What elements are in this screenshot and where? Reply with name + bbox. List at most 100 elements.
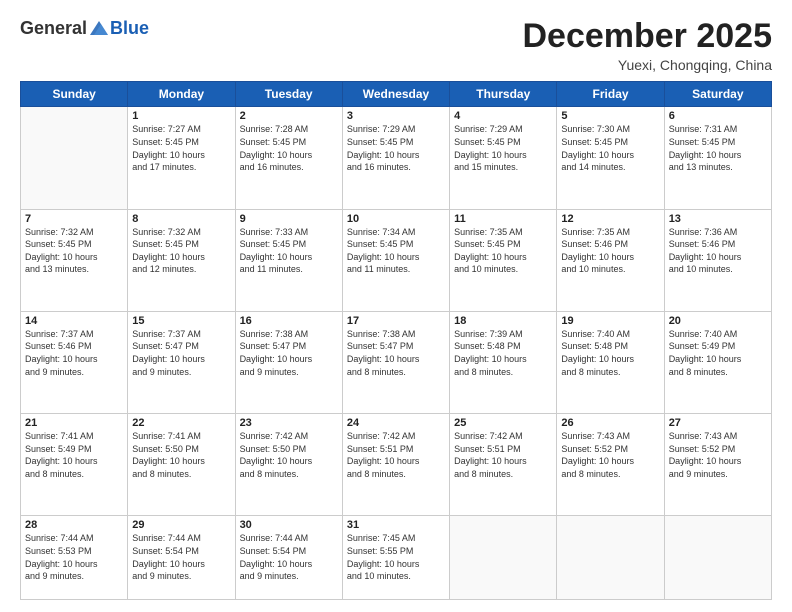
calendar-cell: 2Sunrise: 7:28 AM Sunset: 5:45 PM Daylig… <box>235 107 342 209</box>
day-info: Sunrise: 7:37 AM Sunset: 5:47 PM Dayligh… <box>132 328 230 378</box>
day-number: 19 <box>561 315 659 327</box>
day-info: Sunrise: 7:39 AM Sunset: 5:48 PM Dayligh… <box>454 328 552 378</box>
day-info: Sunrise: 7:30 AM Sunset: 5:45 PM Dayligh… <box>561 123 659 173</box>
calendar-cell <box>450 516 557 600</box>
day-number: 22 <box>132 417 230 429</box>
day-number: 24 <box>347 417 445 429</box>
day-info: Sunrise: 7:44 AM Sunset: 5:53 PM Dayligh… <box>25 532 123 582</box>
calendar-cell: 28Sunrise: 7:44 AM Sunset: 5:53 PM Dayli… <box>21 516 128 600</box>
day-number: 20 <box>669 315 767 327</box>
day-info: Sunrise: 7:32 AM Sunset: 5:45 PM Dayligh… <box>132 226 230 276</box>
day-header-thursday: Thursday <box>450 82 557 107</box>
calendar-cell: 24Sunrise: 7:42 AM Sunset: 5:51 PM Dayli… <box>342 414 449 516</box>
day-number: 27 <box>669 417 767 429</box>
month-title: December 2025 <box>522 18 772 55</box>
day-info: Sunrise: 7:44 AM Sunset: 5:54 PM Dayligh… <box>240 532 338 582</box>
day-info: Sunrise: 7:27 AM Sunset: 5:45 PM Dayligh… <box>132 123 230 173</box>
day-number: 28 <box>25 519 123 531</box>
title-block: December 2025 Yuexi, Chongqing, China <box>522 18 772 73</box>
day-number: 23 <box>240 417 338 429</box>
day-number: 11 <box>454 213 552 225</box>
calendar-week-1: 1Sunrise: 7:27 AM Sunset: 5:45 PM Daylig… <box>21 107 772 209</box>
calendar-cell: 26Sunrise: 7:43 AM Sunset: 5:52 PM Dayli… <box>557 414 664 516</box>
day-number: 9 <box>240 213 338 225</box>
day-info: Sunrise: 7:28 AM Sunset: 5:45 PM Dayligh… <box>240 123 338 173</box>
logo-text: General Blue <box>20 18 149 39</box>
logo: General Blue <box>20 18 149 39</box>
day-info: Sunrise: 7:41 AM Sunset: 5:49 PM Dayligh… <box>25 430 123 480</box>
day-number: 5 <box>561 110 659 122</box>
day-info: Sunrise: 7:34 AM Sunset: 5:45 PM Dayligh… <box>347 226 445 276</box>
day-number: 3 <box>347 110 445 122</box>
calendar-cell: 14Sunrise: 7:37 AM Sunset: 5:46 PM Dayli… <box>21 311 128 413</box>
calendar-cell: 15Sunrise: 7:37 AM Sunset: 5:47 PM Dayli… <box>128 311 235 413</box>
calendar-table: SundayMondayTuesdayWednesdayThursdayFrid… <box>20 81 772 600</box>
day-number: 6 <box>669 110 767 122</box>
calendar-cell: 11Sunrise: 7:35 AM Sunset: 5:45 PM Dayli… <box>450 209 557 311</box>
day-number: 2 <box>240 110 338 122</box>
calendar-cell: 29Sunrise: 7:44 AM Sunset: 5:54 PM Dayli… <box>128 516 235 600</box>
day-header-tuesday: Tuesday <box>235 82 342 107</box>
day-number: 26 <box>561 417 659 429</box>
calendar-cell: 30Sunrise: 7:44 AM Sunset: 5:54 PM Dayli… <box>235 516 342 600</box>
calendar-week-5: 28Sunrise: 7:44 AM Sunset: 5:53 PM Dayli… <box>21 516 772 600</box>
day-number: 1 <box>132 110 230 122</box>
calendar-cell: 22Sunrise: 7:41 AM Sunset: 5:50 PM Dayli… <box>128 414 235 516</box>
day-info: Sunrise: 7:33 AM Sunset: 5:45 PM Dayligh… <box>240 226 338 276</box>
subtitle: Yuexi, Chongqing, China <box>522 57 772 73</box>
day-number: 7 <box>25 213 123 225</box>
calendar-cell <box>557 516 664 600</box>
calendar-cell: 9Sunrise: 7:33 AM Sunset: 5:45 PM Daylig… <box>235 209 342 311</box>
calendar-header-row: SundayMondayTuesdayWednesdayThursdayFrid… <box>21 82 772 107</box>
day-info: Sunrise: 7:42 AM Sunset: 5:51 PM Dayligh… <box>347 430 445 480</box>
day-info: Sunrise: 7:38 AM Sunset: 5:47 PM Dayligh… <box>347 328 445 378</box>
day-number: 15 <box>132 315 230 327</box>
calendar-cell: 18Sunrise: 7:39 AM Sunset: 5:48 PM Dayli… <box>450 311 557 413</box>
calendar-cell: 25Sunrise: 7:42 AM Sunset: 5:51 PM Dayli… <box>450 414 557 516</box>
calendar-cell: 7Sunrise: 7:32 AM Sunset: 5:45 PM Daylig… <box>21 209 128 311</box>
day-header-monday: Monday <box>128 82 235 107</box>
day-number: 4 <box>454 110 552 122</box>
day-header-saturday: Saturday <box>664 82 771 107</box>
day-number: 25 <box>454 417 552 429</box>
day-number: 18 <box>454 315 552 327</box>
day-info: Sunrise: 7:44 AM Sunset: 5:54 PM Dayligh… <box>132 532 230 582</box>
calendar-cell: 21Sunrise: 7:41 AM Sunset: 5:49 PM Dayli… <box>21 414 128 516</box>
logo-general: General <box>20 18 87 39</box>
calendar-cell: 31Sunrise: 7:45 AM Sunset: 5:55 PM Dayli… <box>342 516 449 600</box>
day-number: 31 <box>347 519 445 531</box>
calendar-cell: 10Sunrise: 7:34 AM Sunset: 5:45 PM Dayli… <box>342 209 449 311</box>
day-info: Sunrise: 7:40 AM Sunset: 5:49 PM Dayligh… <box>669 328 767 378</box>
calendar-week-3: 14Sunrise: 7:37 AM Sunset: 5:46 PM Dayli… <box>21 311 772 413</box>
calendar-cell: 17Sunrise: 7:38 AM Sunset: 5:47 PM Dayli… <box>342 311 449 413</box>
day-info: Sunrise: 7:35 AM Sunset: 5:45 PM Dayligh… <box>454 226 552 276</box>
day-number: 21 <box>25 417 123 429</box>
day-info: Sunrise: 7:36 AM Sunset: 5:46 PM Dayligh… <box>669 226 767 276</box>
logo-icon <box>88 19 110 37</box>
page: General Blue December 2025 Yuexi, Chongq… <box>0 0 792 612</box>
calendar-week-2: 7 Sunrise: 7:32 AM Sunset: 5:45 PM Daylig… <box>21 209 772 311</box>
day-info: Sunrise: 7:29 AM Sunset: 5:45 PM Dayligh… <box>454 123 552 173</box>
calendar-cell <box>21 107 128 209</box>
calendar-cell: 6Sunrise: 7:31 AM Sunset: 5:45 PM Daylig… <box>664 107 771 209</box>
calendar-cell: 19Sunrise: 7:40 AM Sunset: 5:48 PM Dayli… <box>557 311 664 413</box>
calendar-cell: 12Sunrise: 7:35 AM Sunset: 5:46 PM Dayli… <box>557 209 664 311</box>
day-info: Sunrise: 7:45 AM Sunset: 5:55 PM Dayligh… <box>347 532 445 582</box>
day-info: Sunrise: 7:38 AM Sunset: 5:47 PM Dayligh… <box>240 328 338 378</box>
calendar-cell: 13Sunrise: 7:36 AM Sunset: 5:46 PM Dayli… <box>664 209 771 311</box>
calendar-cell: 27Sunrise: 7:43 AM Sunset: 5:52 PM Dayli… <box>664 414 771 516</box>
day-number: 13 <box>669 213 767 225</box>
day-number: 10 <box>347 213 445 225</box>
day-number: 12 <box>561 213 659 225</box>
day-info: Sunrise: 7:43 AM Sunset: 5:52 PM Dayligh… <box>561 430 659 480</box>
day-info: Sunrise: 7:35 AM Sunset: 5:46 PM Dayligh… <box>561 226 659 276</box>
header: General Blue December 2025 Yuexi, Chongq… <box>20 18 772 73</box>
calendar-cell: 5Sunrise: 7:30 AM Sunset: 5:45 PM Daylig… <box>557 107 664 209</box>
day-info: Sunrise: 7:43 AM Sunset: 5:52 PM Dayligh… <box>669 430 767 480</box>
calendar-week-4: 21Sunrise: 7:41 AM Sunset: 5:49 PM Dayli… <box>21 414 772 516</box>
day-number: 8 <box>132 213 230 225</box>
calendar-cell: 1Sunrise: 7:27 AM Sunset: 5:45 PM Daylig… <box>128 107 235 209</box>
day-number: 29 <box>132 519 230 531</box>
day-number: 17 <box>347 315 445 327</box>
day-info: Sunrise: 7:42 AM Sunset: 5:51 PM Dayligh… <box>454 430 552 480</box>
